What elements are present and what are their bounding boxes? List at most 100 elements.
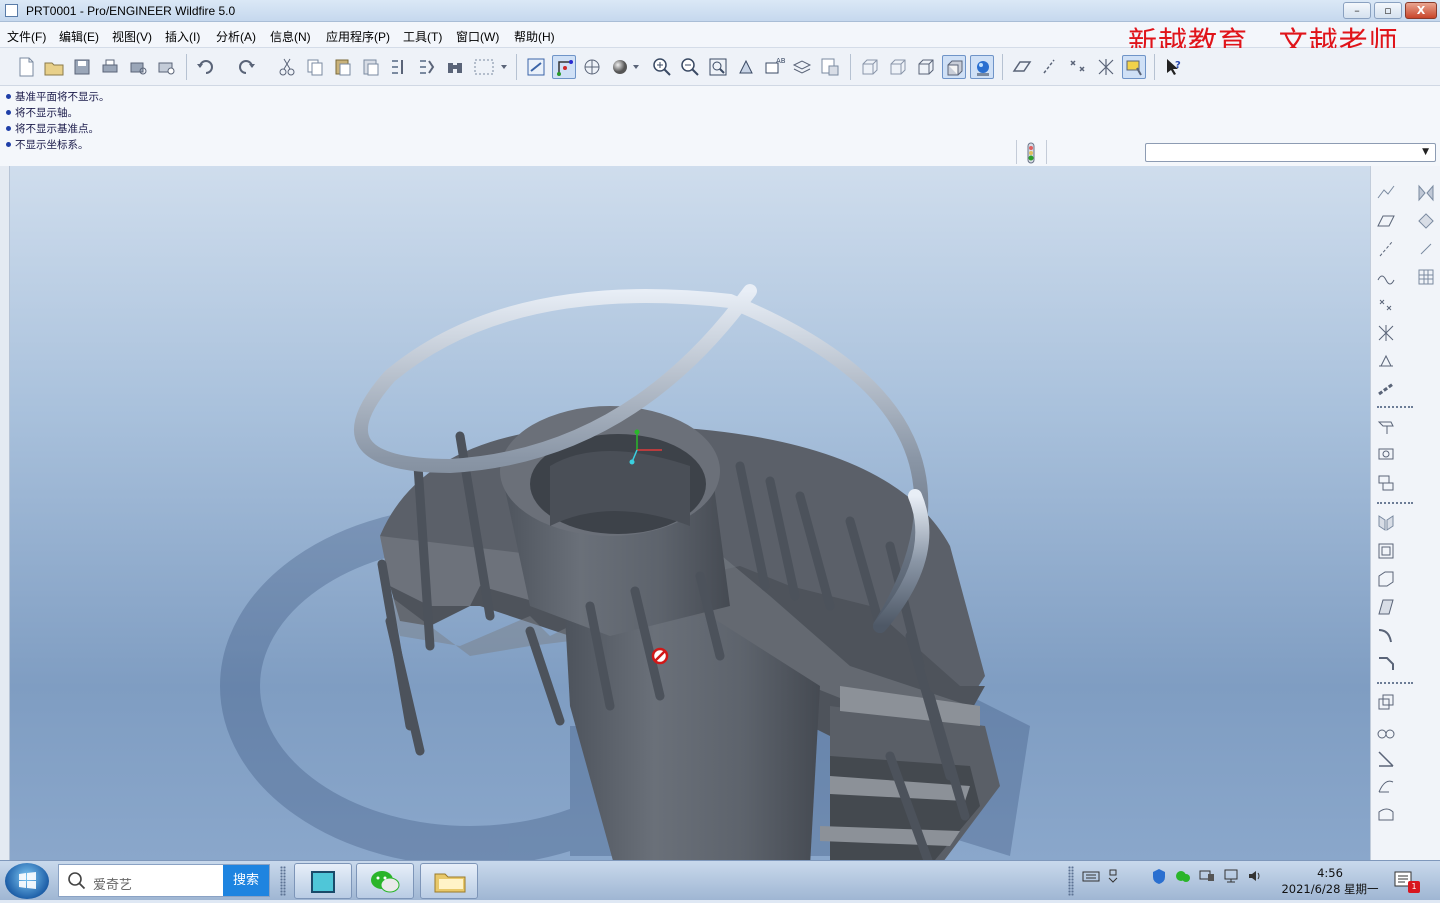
enhanced-realism-icon[interactable]: [970, 55, 994, 79]
csys-icon[interactable]: [1375, 322, 1397, 344]
print-icon[interactable]: [98, 55, 122, 79]
zoom-in-icon[interactable]: [650, 55, 674, 79]
datum-points-icon[interactable]: [1066, 55, 1090, 79]
saved-views-icon[interactable]: AB: [762, 55, 786, 79]
display-icon[interactable]: [1198, 867, 1216, 885]
keyboard-icon[interactable]: [1082, 867, 1100, 885]
refit-icon[interactable]: [706, 55, 730, 79]
toolbar-separator: [186, 54, 187, 80]
mirror-icon[interactable]: [1415, 182, 1437, 204]
round-icon[interactable]: [1375, 624, 1397, 646]
coordinate-systems-icon[interactable]: [1094, 55, 1118, 79]
minimize-button[interactable]: –: [1343, 2, 1371, 19]
new-file-icon[interactable]: [14, 55, 38, 79]
point-icon[interactable]: [1375, 294, 1397, 316]
taskbar-wechat[interactable]: [356, 863, 414, 899]
view-manager-icon[interactable]: [818, 55, 842, 79]
analysis-feature-icon[interactable]: [1375, 350, 1397, 372]
taskbar-proe[interactable]: [294, 863, 352, 899]
spin-center-icon[interactable]: [552, 55, 576, 79]
sketch-datum-icon[interactable]: [1375, 182, 1397, 204]
system-clock[interactable]: 4:56 2021/6/28 星期一: [1280, 865, 1380, 897]
taskbar-grip[interactable]: [280, 866, 286, 896]
menu-view[interactable]: 视图(V): [112, 28, 152, 45]
orient-mode-icon[interactable]: [580, 55, 604, 79]
chain-icon[interactable]: [1375, 378, 1397, 400]
menu-help[interactable]: 帮助(H): [514, 28, 555, 45]
plane-icon[interactable]: [1375, 210, 1397, 232]
search-icon: [68, 872, 86, 890]
menu-applications[interactable]: 应用程序(P): [326, 28, 390, 45]
hidden-line-icon[interactable]: [886, 55, 910, 79]
find-binoculars-icon[interactable]: [443, 55, 467, 79]
menu-info[interactable]: 信息(N): [270, 28, 311, 45]
boundary-blend-icon[interactable]: [1375, 776, 1397, 798]
tray-expand-icon[interactable]: [1104, 867, 1122, 885]
shield-icon[interactable]: [1150, 867, 1168, 885]
extrude-icon[interactable]: [1375, 416, 1397, 438]
close-button[interactable]: X: [1405, 2, 1437, 19]
status-divider: [1016, 140, 1017, 164]
pattern-icon[interactable]: [1415, 266, 1437, 288]
wireframe-icon[interactable]: [858, 55, 882, 79]
start-button[interactable]: [5, 863, 49, 899]
redo-icon[interactable]: [234, 55, 258, 79]
restore-button[interactable]: ▫: [1374, 2, 1402, 19]
draft-icon[interactable]: [1375, 596, 1397, 618]
send-mail-icon[interactable]: [154, 55, 178, 79]
regenerate-icon[interactable]: [387, 55, 411, 79]
menu-window[interactable]: 窗口(W): [456, 28, 499, 45]
open-folder-icon[interactable]: [42, 55, 66, 79]
volume-icon[interactable]: [1246, 867, 1264, 885]
search-button[interactable]: 搜索: [223, 865, 269, 896]
undo-icon[interactable]: [194, 55, 218, 79]
selection-box-icon[interactable]: [471, 55, 511, 79]
notification-center-icon[interactable]: 1: [1392, 867, 1420, 895]
regen-manager-icon[interactable]: [415, 55, 439, 79]
cut-icon[interactable]: [275, 55, 299, 79]
navigator-collapse-strip[interactable]: [0, 166, 10, 860]
chamfer-icon[interactable]: [1375, 652, 1397, 674]
copy-icon[interactable]: [303, 55, 327, 79]
paste-special-icon[interactable]: [359, 55, 383, 79]
repaint-icon[interactable]: [524, 55, 548, 79]
taskbar-search[interactable]: 爱奇艺 搜索: [58, 864, 270, 897]
trim-icon[interactable]: [1415, 238, 1437, 260]
layers-icon[interactable]: [790, 55, 814, 79]
context-help-icon[interactable]: ?: [1162, 55, 1186, 79]
merge-icon[interactable]: [1415, 210, 1437, 232]
shading-icon[interactable]: [942, 55, 966, 79]
datum-axes-icon[interactable]: [1038, 55, 1062, 79]
paste-icon[interactable]: [331, 55, 355, 79]
revolve-icon[interactable]: [1375, 444, 1397, 466]
curve-icon[interactable]: [1375, 266, 1397, 288]
taskbar-explorer[interactable]: [420, 863, 478, 899]
annotation-display-icon[interactable]: [1122, 55, 1146, 79]
network-icon[interactable]: [1222, 867, 1240, 885]
sweep-icon[interactable]: [1375, 472, 1397, 494]
bike-pattern-icon[interactable]: [1375, 720, 1397, 742]
menu-file[interactable]: 文件(F): [7, 28, 46, 45]
menu-insert[interactable]: 插入(I): [165, 28, 200, 45]
axis-icon[interactable]: [1375, 238, 1397, 260]
shell-icon[interactable]: [1375, 540, 1397, 562]
graphics-viewport[interactable]: [10, 166, 1370, 860]
save-icon[interactable]: [70, 55, 94, 79]
display-style-icon[interactable]: [608, 55, 640, 79]
print-preview-icon[interactable]: [126, 55, 150, 79]
no-hidden-icon[interactable]: [914, 55, 938, 79]
freeform-icon[interactable]: [1375, 804, 1397, 826]
menu-edit[interactable]: 编辑(E): [59, 28, 99, 45]
selection-filter-dropdown[interactable]: ▼: [1145, 143, 1436, 162]
menu-analysis[interactable]: 分析(A): [216, 28, 256, 45]
rib-icon[interactable]: [1375, 568, 1397, 590]
hole-icon[interactable]: [1375, 512, 1397, 534]
menu-tools[interactable]: 工具(T): [403, 28, 442, 45]
taskbar-grip[interactable]: [1068, 866, 1074, 896]
wechat-tray-icon[interactable]: [1174, 867, 1192, 885]
style-icon[interactable]: [1375, 748, 1397, 770]
datum-planes-icon[interactable]: [1010, 55, 1034, 79]
zoom-out-icon[interactable]: [678, 55, 702, 79]
copy-feature-icon[interactable]: [1375, 692, 1397, 714]
reorient-icon[interactable]: [734, 55, 758, 79]
